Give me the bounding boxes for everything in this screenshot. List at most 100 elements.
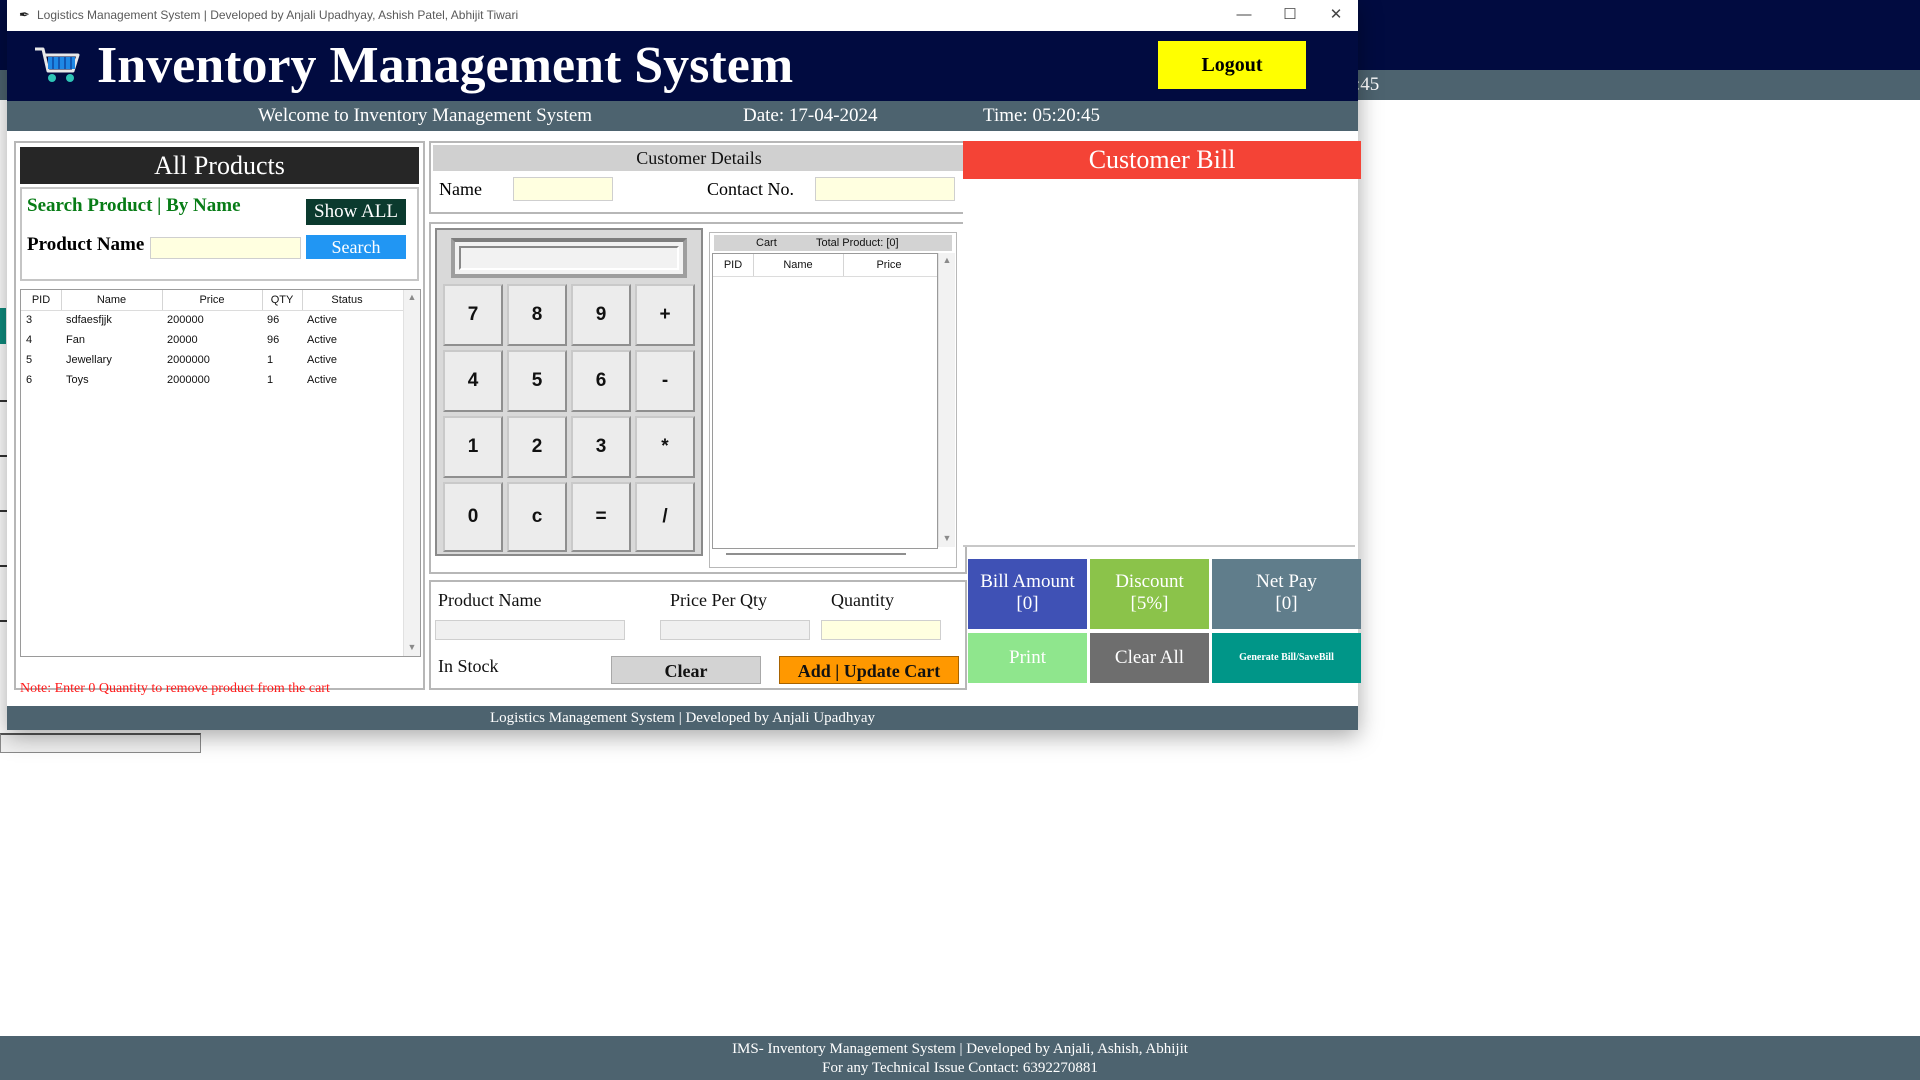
table-row[interactable]: 4 Fan 20000 96 Active bbox=[21, 332, 403, 350]
products-title: All Products bbox=[20, 147, 419, 184]
calc-key-2[interactable]: 2 bbox=[507, 416, 567, 478]
cart-scroll-up-icon[interactable]: ▲ bbox=[939, 255, 955, 265]
window-title: Logistics Management System | Developed … bbox=[37, 8, 519, 22]
cart-vertical-scrollbar[interactable]: ▲ ▼ bbox=[938, 253, 955, 547]
bill-text-area[interactable] bbox=[963, 179, 1355, 547]
cart-scroll-down-icon[interactable]: ▼ bbox=[939, 533, 955, 543]
product-entry-panel: Product Name Price Per Qty Quantity In S… bbox=[429, 580, 967, 690]
cart-total-products: Total Product: [0] bbox=[816, 237, 899, 249]
cell-status: Active bbox=[307, 354, 337, 366]
cell-status: Active bbox=[307, 374, 337, 386]
cart-table[interactable]: PID Name Price bbox=[712, 253, 938, 549]
scroll-up-icon[interactable]: ▲ bbox=[404, 292, 420, 302]
table-row[interactable]: 6 Toys 2000000 1 Active bbox=[21, 372, 403, 390]
products-scrollbar[interactable]: ▲ ▼ bbox=[403, 290, 420, 656]
background-entry-field[interactable] bbox=[0, 733, 201, 753]
bill-amount-label: Bill Amount bbox=[980, 571, 1075, 592]
entry-price-field[interactable] bbox=[660, 620, 810, 640]
calc-key-3[interactable]: 3 bbox=[571, 416, 631, 478]
customer-name-input[interactable] bbox=[513, 177, 613, 201]
product-name-label: Product Name bbox=[27, 234, 145, 255]
calc-key-0[interactable]: 0 bbox=[443, 482, 503, 552]
cart-column-name[interactable]: Name bbox=[753, 259, 843, 271]
calc-key-equals[interactable]: = bbox=[571, 482, 631, 552]
product-name-search-input[interactable] bbox=[150, 237, 301, 259]
calc-key-clear[interactable]: c bbox=[507, 482, 567, 552]
customer-bill-title: Customer Bill bbox=[963, 141, 1361, 179]
background-footer-line1: IMS- Inventory Management System | Devel… bbox=[732, 1041, 1188, 1057]
table-row[interactable]: 5 Jewellary 2000000 1 Active bbox=[21, 352, 403, 370]
products-table[interactable]: PID Name Price QTY Status 3 sdfaesfjjk 2… bbox=[20, 289, 421, 657]
calc-key-9[interactable]: 9 bbox=[571, 284, 631, 346]
bill-amount-value: [0] bbox=[1016, 593, 1039, 614]
calc-key-6[interactable]: 6 bbox=[571, 350, 631, 412]
quantity-note: Note: Enter 0 Quantity to remove product… bbox=[20, 681, 330, 696]
welcome-text: Welcome to Inventory Management System bbox=[258, 105, 593, 126]
app-header: Inventory Management System Logout bbox=[7, 31, 1358, 101]
cart-frame: Cart Total Product: [0] PID Name Price ▲… bbox=[709, 232, 957, 568]
cart-title: Cart bbox=[756, 237, 777, 249]
date-text: Date: 17-04-2024 bbox=[743, 105, 878, 126]
calc-key-8[interactable]: 8 bbox=[507, 284, 567, 346]
show-all-button[interactable]: Show ALL bbox=[306, 199, 406, 225]
scroll-down-icon[interactable]: ▼ bbox=[404, 642, 420, 652]
calculator-cart-panel: 7 8 9 + 4 5 6 - 1 2 3 * 0 c = / Cart Tot… bbox=[429, 222, 967, 574]
entry-quantity-input[interactable] bbox=[821, 620, 941, 640]
entry-product-name-label: Product Name bbox=[438, 590, 542, 610]
cell-name: Toys bbox=[66, 374, 89, 386]
logout-button[interactable]: Logout bbox=[1158, 41, 1306, 89]
net-pay-value: [0] bbox=[1275, 593, 1298, 614]
cell-name: Fan bbox=[66, 334, 85, 346]
title-bar[interactable]: ✒ Logistics Management System | Develope… bbox=[7, 0, 1358, 31]
cart-column-pid[interactable]: PID bbox=[713, 259, 753, 271]
cart-horizontal-scrollbar[interactable] bbox=[712, 549, 936, 561]
calc-key-4[interactable]: 4 bbox=[443, 350, 503, 412]
close-button[interactable]: ✕ bbox=[1316, 3, 1356, 27]
customer-bill-panel: Customer Bill Bill Amount [0] Discount [… bbox=[963, 141, 1361, 690]
calculator-display[interactable] bbox=[451, 238, 687, 278]
maximize-button[interactable]: ☐ bbox=[1270, 3, 1310, 27]
cell-price: 200000 bbox=[167, 314, 204, 326]
entry-price-label: Price Per Qty bbox=[670, 590, 767, 610]
customer-details-title: Customer Details bbox=[433, 145, 965, 171]
calc-key-minus[interactable]: - bbox=[635, 350, 695, 412]
calculator-display-field[interactable] bbox=[459, 246, 679, 270]
status-bar: Welcome to Inventory Management System D… bbox=[7, 101, 1358, 131]
column-header-price[interactable]: Price bbox=[162, 294, 262, 306]
cart-column-price[interactable]: Price bbox=[843, 259, 935, 271]
cart-title-bar: Cart Total Product: [0] bbox=[714, 235, 952, 251]
calc-key-5[interactable]: 5 bbox=[507, 350, 567, 412]
calc-key-multiply[interactable]: * bbox=[635, 416, 695, 478]
column-header-pid[interactable]: PID bbox=[21, 294, 61, 306]
calc-key-1[interactable]: 1 bbox=[443, 416, 503, 478]
products-panel: All Products Search Product | By Name Sh… bbox=[14, 141, 425, 696]
clear-button[interactable]: Clear bbox=[611, 656, 761, 684]
net-pay-box: Net Pay [0] bbox=[1212, 559, 1361, 629]
clear-all-button[interactable]: Clear All bbox=[1090, 633, 1209, 683]
calc-key-7[interactable]: 7 bbox=[443, 284, 503, 346]
minimize-button[interactable]: — bbox=[1224, 3, 1264, 27]
column-header-status[interactable]: Status bbox=[302, 294, 392, 306]
calc-key-plus[interactable]: + bbox=[635, 284, 695, 346]
entry-product-name-field[interactable] bbox=[435, 620, 625, 640]
add-update-cart-button[interactable]: Add | Update Cart bbox=[779, 656, 959, 684]
cell-qty: 96 bbox=[267, 314, 280, 326]
cell-pid: 4 bbox=[26, 334, 33, 346]
contact-number-input[interactable] bbox=[815, 177, 955, 201]
search-button[interactable]: Search bbox=[306, 235, 406, 259]
cell-status: Active bbox=[307, 334, 337, 346]
column-header-qty[interactable]: QTY bbox=[262, 294, 302, 306]
discount-box: Discount [5%] bbox=[1090, 559, 1209, 629]
table-row[interactable]: 3 sdfaesfjjk 200000 96 Active bbox=[21, 312, 403, 330]
column-header-name[interactable]: Name bbox=[61, 294, 162, 306]
cart-table-header: PID Name Price bbox=[713, 254, 937, 277]
generate-bill-button[interactable]: Generate Bill/SaveBill bbox=[1212, 633, 1361, 683]
product-search-box: Search Product | By Name Show ALL Produc… bbox=[20, 187, 419, 281]
cell-pid: 5 bbox=[26, 354, 33, 366]
cell-qty: 96 bbox=[267, 334, 280, 346]
calc-key-divide[interactable]: / bbox=[635, 482, 695, 552]
calculator: 7 8 9 + 4 5 6 - 1 2 3 * 0 c = / bbox=[435, 228, 703, 556]
discount-label: Discount bbox=[1115, 571, 1184, 592]
time-text: Time: 05:20:45 bbox=[983, 105, 1101, 126]
print-button[interactable]: Print bbox=[968, 633, 1087, 683]
